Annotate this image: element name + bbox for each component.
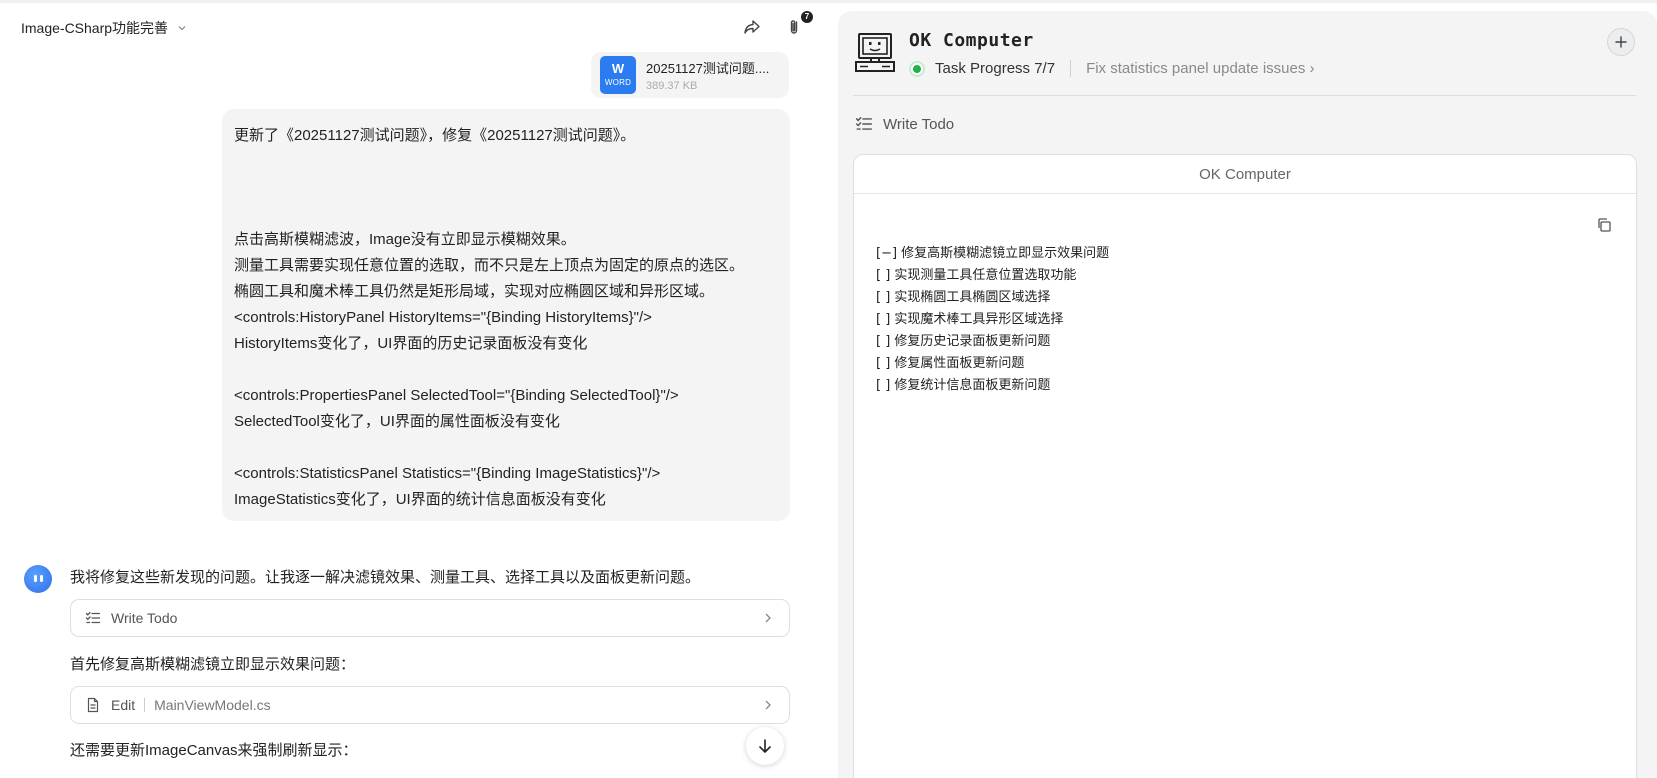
checklist-icon [855, 117, 873, 130]
section-label: Write Todo [883, 115, 955, 133]
todo-item: [ ] 修复属性面板更新问题 [876, 356, 1025, 371]
todo-document: OK Computer [−] 修复高斯模糊滤镜立即显示效果问题 [ ] 实现测… [853, 154, 1637, 778]
assistant-step-text: 还需要更新ImageCanvas来强制刷新显示： [70, 742, 358, 759]
separator [144, 698, 146, 712]
arrow-down-icon [759, 739, 771, 753]
write-todo-tool-card[interactable]: Write Todo [70, 599, 790, 637]
task-status-row: Task Progress 7/7 Fix statistics panel u… [909, 60, 1315, 77]
status-indicator-icon [909, 60, 925, 77]
todo-item: [ ] 修复统计信息面板更新问题 [876, 378, 1051, 393]
message-line [234, 435, 778, 461]
task-progress: Task Progress 7/7 [935, 60, 1056, 77]
assistant-step-text: 首先修复高斯模糊滤镜立即显示效果问题： [70, 656, 356, 673]
message-line: 椭圆工具和魔术棒工具仍然是矩形局域，实现对应椭圆区域和异形区域。 [234, 283, 715, 300]
conversation-title-text: Image-CSharp功能完善 [21, 20, 169, 36]
attachment-name: 20251127测试问题.... [646, 61, 770, 76]
user-message: 更新了《20251127测试问题》，修复《20251127测试问题》。 点击高斯… [222, 109, 790, 521]
todo-item: [ ] 实现椭圆工具椭圆区域选择 [876, 290, 1051, 305]
message-line: <controls:HistoryPanel HistoryItems="{Bi… [234, 309, 652, 326]
copy-icon[interactable] [1596, 217, 1612, 233]
message-line: 更新了《20251127测试问题》，修复《20251127测试问题》。 [234, 127, 636, 144]
todo-item: [ ] 修复历史记录面板更新问题 [876, 334, 1051, 349]
attachment-size: 389.37 KB [646, 80, 698, 92]
assistant-intro: 我将修复这些新发现的问题。让我逐一解决滤镜效果、测量工具、选择工具以及面板更新问… [70, 569, 701, 586]
write-todo-section: Write Todo [855, 115, 954, 133]
word-file-icon: W WORD [600, 56, 636, 94]
tool-card-label: Write Todo [111, 610, 178, 626]
scroll-to-bottom-button[interactable] [746, 727, 784, 765]
chat-pane: Image-CSharp功能完善 7 W WORD 20251127测试问题..… [0, 3, 838, 778]
message-line: ImageStatistics变化了，UI界面的统计信息面板没有变化 [234, 491, 606, 508]
chevron-right-icon: › [1309, 60, 1315, 77]
panel-divider [853, 95, 1636, 96]
header-actions: 7 [742, 11, 813, 37]
todo-item: [−] 修复高斯模糊滤镜立即显示效果问题 [876, 246, 1110, 261]
conversation-title[interactable]: Image-CSharp功能完善 [21, 18, 187, 38]
message-line: 点击高斯模糊滤波，Image没有立即显示模糊效果。 [234, 231, 576, 248]
paperclip-icon[interactable]: 7 [784, 11, 813, 37]
separator [1070, 60, 1072, 77]
computer-icon [855, 33, 895, 72]
message-line [234, 149, 778, 175]
tool-card-file: MainViewModel.cs [154, 697, 271, 713]
message-line: HistoryItems变化了，UI界面的历史记录面板没有变化 [234, 335, 588, 352]
document-title: OK Computer [854, 155, 1636, 194]
current-task-link[interactable]: Fix statistics panel update issues › [1086, 60, 1314, 77]
computer-panel: OK Computer Task Progress 7/7 Fix statis… [838, 11, 1657, 778]
current-task-text: Fix statistics panel update issues [1086, 60, 1306, 77]
message-line [234, 357, 778, 383]
todo-item: [ ] 实现魔术棒工具异形区域选择 [876, 312, 1064, 327]
file-icon [87, 697, 99, 713]
message-line: 测量工具需要实现任意位置的选取，而不只是左上顶点为固定的原点的选区。 [234, 257, 745, 274]
attachment-card[interactable]: W WORD 20251127测试问题.... 389.37 KB [591, 52, 789, 98]
checklist-icon [85, 611, 101, 624]
message-line: <controls:StatisticsPanel Statistics="{B… [234, 465, 661, 482]
attachment-count-badge: 7 [801, 11, 813, 23]
todo-list: [−] 修复高斯模糊滤镜立即显示效果问题 [ ] 实现测量工具任意位置选取功能 … [876, 243, 1109, 397]
tool-card-label: Edit [111, 697, 136, 713]
word-letter: W [611, 61, 625, 76]
plus-icon [1615, 36, 1627, 48]
share-icon[interactable] [742, 17, 762, 37]
todo-item: [ ] 实现测量工具任意位置选取功能 [876, 268, 1077, 283]
chevron-right-icon [765, 700, 771, 710]
message-line [234, 201, 778, 227]
message-line: <controls:PropertiesPanel SelectedTool="… [234, 387, 679, 404]
chevron-right-icon [765, 613, 771, 623]
message-line: SelectedTool变化了，UI界面的属性面板没有变化 [234, 413, 560, 430]
assistant-avatar [24, 565, 52, 593]
word-label: WORD [604, 78, 632, 87]
chevron-down-icon [178, 26, 186, 31]
message-line [234, 175, 778, 201]
new-session-button[interactable] [1607, 28, 1635, 56]
edit-tool-card[interactable]: Edit MainViewModel.cs [70, 686, 790, 724]
panel-title: OK Computer [909, 30, 1034, 51]
